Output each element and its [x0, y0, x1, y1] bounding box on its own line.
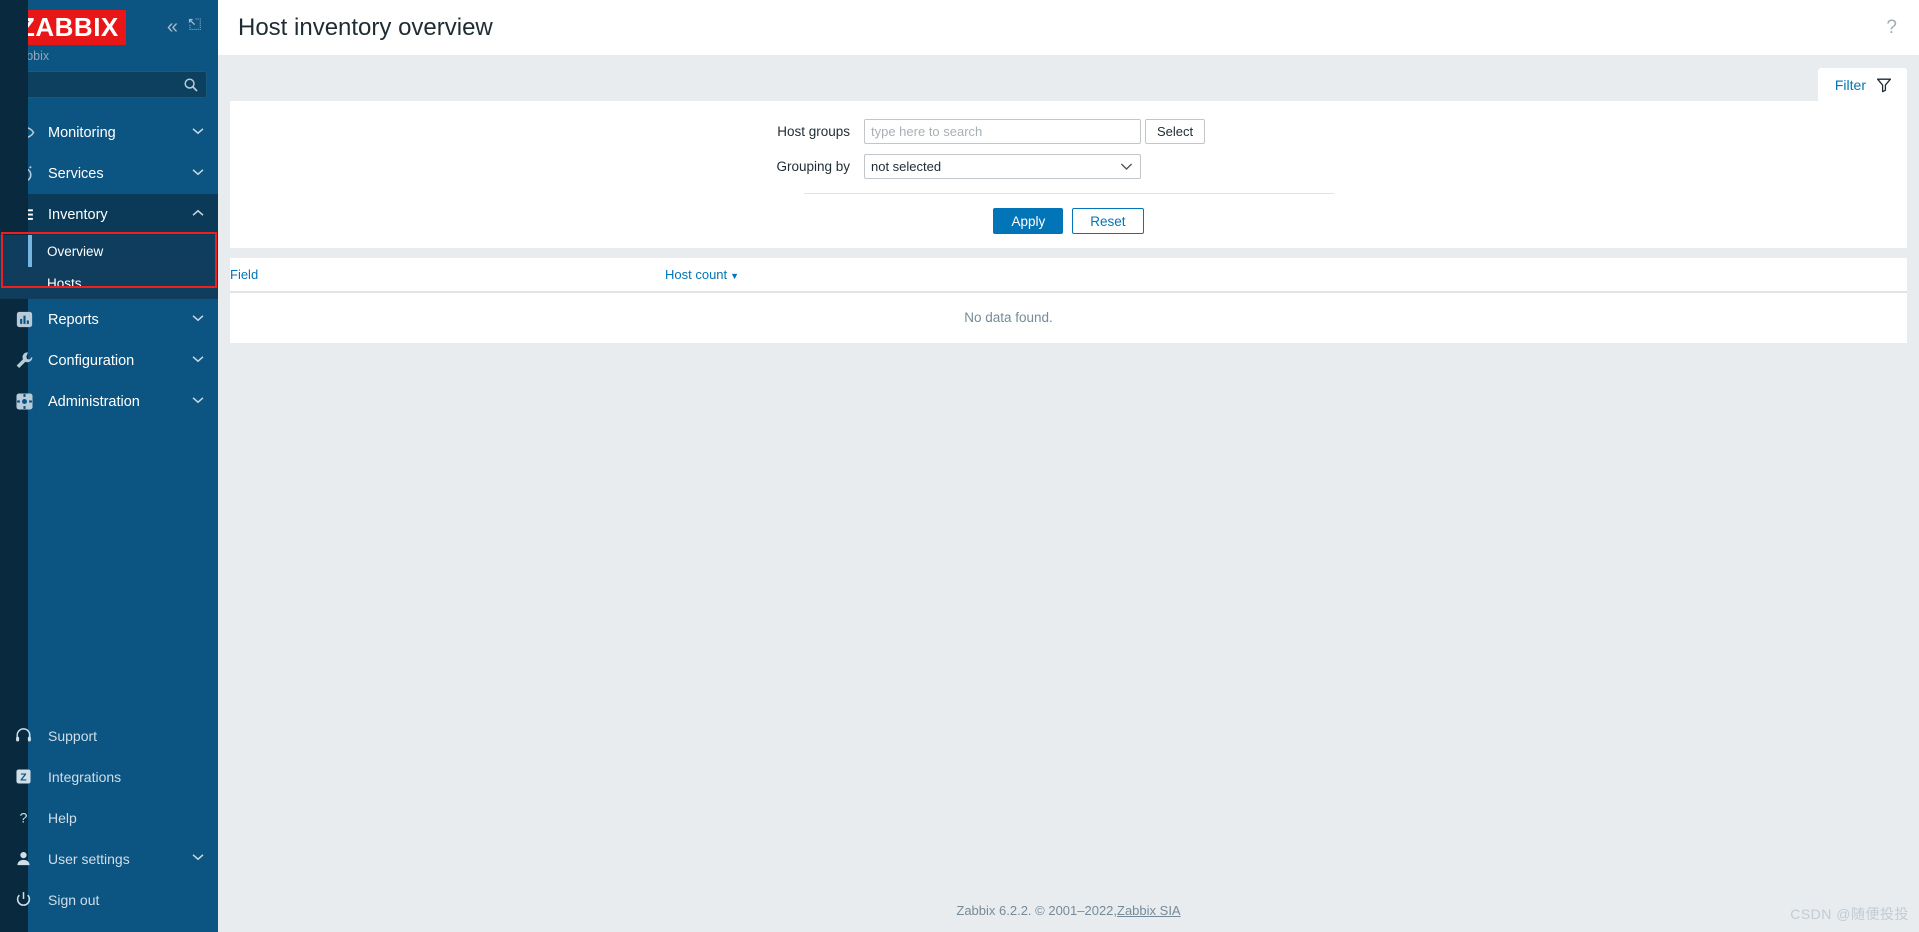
column-header-spacer: [965, 258, 1907, 293]
chevron-down-icon[interactable]: [192, 314, 204, 325]
table-header-row: Field Host count ▼: [230, 258, 1907, 293]
svg-text:Z: Z: [20, 773, 27, 784]
sidebar-subitem-label: Overview: [47, 243, 104, 259]
table-body: No data found.: [230, 292, 1907, 343]
sidebar-item-inventory[interactable]: Inventory: [0, 194, 218, 235]
chevron-up-icon[interactable]: [192, 209, 204, 220]
chevron-down-icon[interactable]: [192, 355, 204, 366]
sidebar-item-administration[interactable]: Administration: [0, 381, 218, 422]
sidebar-item-sign-out[interactable]: Sign out: [0, 879, 218, 920]
grouping-by-label: Grouping by: [776, 159, 850, 174]
sidebar-item-label: User settings: [48, 850, 130, 867]
search-box[interactable]: [11, 71, 207, 98]
column-header-label: Host count: [665, 267, 728, 282]
sidebar-item-overview[interactable]: Overview: [0, 235, 218, 267]
sidebar-item-support[interactable]: Support: [0, 715, 218, 756]
watermark: CSDN @随便投投: [1790, 906, 1909, 922]
filter-panel-wrap: Host groups Select Grouping by not selec…: [218, 101, 1919, 248]
sidebar-item-services[interactable]: Services: [0, 153, 218, 194]
sidebar-item-label: Support: [48, 727, 98, 744]
table-head: Field Host count ▼: [230, 258, 1907, 293]
chevron-down-icon[interactable]: [192, 853, 204, 864]
sidebar-item-label: Help: [48, 809, 77, 826]
chevron-down-icon[interactable]: [192, 168, 204, 179]
headset-icon: [14, 726, 40, 745]
gear-icon: [14, 391, 40, 412]
question-mark-icon[interactable]: ?: [1886, 17, 1899, 39]
sidebar-item-label: Configuration: [48, 352, 135, 369]
bar-chart-icon: [14, 309, 40, 330]
sort-desc-caret-icon: ▼: [730, 271, 740, 281]
host-groups-label: Host groups: [777, 124, 850, 139]
sidebar-subitem-label: Hosts: [47, 275, 82, 291]
sidebar-item-label: Inventory: [48, 206, 108, 223]
server-name: zabbix: [13, 49, 50, 63]
funnel-icon: [1876, 77, 1892, 93]
results-panel: Field Host count ▼ No data found.: [230, 258, 1907, 343]
sidebar-item-hosts[interactable]: Hosts: [0, 267, 218, 299]
empty-message: No data found.: [964, 310, 1053, 325]
question-mark-icon: ?: [14, 808, 40, 827]
collapse-sidebar-icon[interactable]: [187, 17, 202, 37]
footer-link-zabbix-sia[interactable]: Zabbix SIA: [1117, 903, 1181, 918]
sidebar-item-label: Integrations: [48, 768, 122, 785]
sidebar-item-label: Administration: [48, 393, 140, 410]
filter-tab-bar: Filter: [218, 55, 1919, 101]
footer-text: Zabbix 6.2.2. © 2001–2022,: [956, 902, 1118, 918]
footer: Zabbix 6.2.2. © 2001–2022, Zabbix SIA: [218, 888, 1919, 932]
sidebar-item-label: Services: [48, 165, 104, 182]
column-header-host-count[interactable]: Host count ▼: [665, 258, 965, 293]
sidebar-item-monitoring[interactable]: Monitoring: [0, 112, 218, 153]
power-icon: [14, 890, 40, 909]
sidebar-item-label: Reports: [48, 311, 99, 328]
sidebar-submenu-inventory: Overview Hosts: [0, 0, 218, 932]
filter-actions: Apply Reset: [230, 194, 1907, 234]
chevron-down-icon[interactable]: [192, 127, 204, 138]
chevron-double-left-icon[interactable]: «: [167, 17, 178, 37]
grouping-by-select-wrap: not selected: [864, 154, 1141, 179]
host-groups-input[interactable]: [864, 119, 1141, 144]
tab-filter[interactable]: Filter: [1817, 68, 1907, 101]
main-content: Host inventory overview ? Filter Host gr…: [218, 0, 1919, 932]
grouping-by-value: not selected: [871, 159, 942, 174]
sidebar-item-user-settings[interactable]: User settings: [0, 838, 218, 879]
grouping-by-select[interactable]: not selected: [864, 154, 1141, 179]
wrench-icon: [14, 350, 40, 371]
column-header-label: Field: [230, 267, 259, 282]
search-icon[interactable]: [183, 77, 199, 93]
sidebar: ZABBIX « zabbix Monitoring Services Inve…: [0, 0, 218, 932]
sidebar-item-label: Sign out: [48, 891, 100, 908]
sidebar-header: ZABBIX « zabbix: [0, 0, 218, 112]
page-header: Host inventory overview ?: [218, 0, 1919, 55]
tab-filter-label: Filter: [1834, 76, 1866, 93]
sidebar-item-label: Monitoring: [48, 124, 116, 141]
sidebar-bottom-nav: Support Z Integrations ? Help User setti…: [0, 715, 218, 932]
grouping-by-row: Grouping by not selected: [230, 154, 1907, 179]
inventory-table: Field Host count ▼ No data found.: [230, 258, 1907, 343]
page-title: Host inventory overview: [238, 13, 493, 41]
user-icon: [14, 849, 40, 868]
sidebar-item-configuration[interactable]: Configuration: [0, 340, 218, 381]
sidebar-header-actions: «: [167, 17, 206, 37]
sidebar-item-help[interactable]: ? Help: [0, 797, 218, 838]
column-header-field[interactable]: Field: [230, 258, 665, 293]
results-wrap: Field Host count ▼ No data found.: [218, 248, 1919, 343]
logo-row: ZABBIX «: [0, 0, 218, 45]
search-input[interactable]: [20, 77, 183, 92]
sidebar-item-integrations[interactable]: Z Integrations: [0, 756, 218, 797]
sidebar-search: [0, 71, 218, 112]
apply-button[interactable]: Apply: [993, 208, 1064, 234]
app-root: ZABBIX « zabbix Monitoring Services Inve…: [0, 0, 1919, 932]
zabbix-z-icon: Z: [14, 767, 40, 786]
sidebar-nav: Monitoring Services Inventory Overview H…: [0, 0, 218, 932]
sidebar-item-reports[interactable]: Reports: [0, 299, 218, 340]
chevron-down-icon[interactable]: [192, 396, 204, 407]
table-row-empty: No data found.: [230, 292, 1907, 343]
host-groups-select-button[interactable]: Select: [1145, 119, 1206, 144]
zabbix-logo[interactable]: ZABBIX: [12, 9, 126, 45]
host-groups-row: Host groups Select: [230, 119, 1907, 144]
reset-button[interactable]: Reset: [1072, 208, 1144, 234]
filter-panel: Host groups Select Grouping by not selec…: [230, 101, 1907, 248]
svg-text:?: ?: [20, 810, 28, 826]
